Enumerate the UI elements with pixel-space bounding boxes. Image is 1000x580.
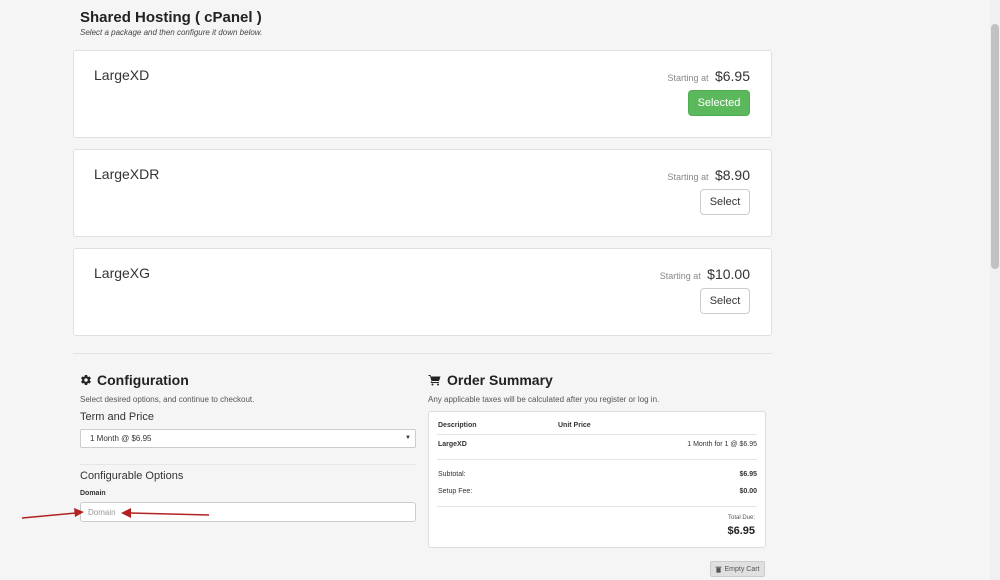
annotation-arrow-right [121,508,210,518]
annotation-arrow-left [21,508,84,519]
annotation-arrows [21,508,210,519]
